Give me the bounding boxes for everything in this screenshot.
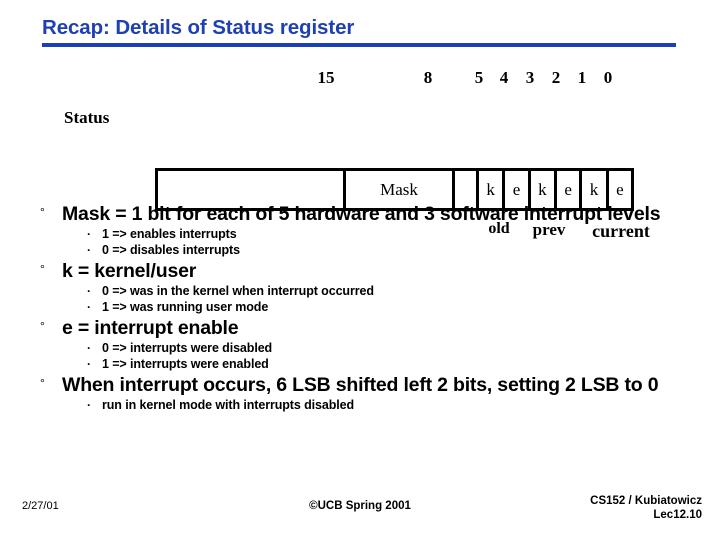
bullet-level1: ° k = kernel/user [38,261,688,282]
bullet-level1: ° Mask = 1 bit for each of 5 hardware and… [38,204,688,225]
register-field-bit1-text: k [589,179,599,199]
bit-number-3: 3 [525,68,535,87]
bit-number-1: 1 [577,68,587,87]
bullet-level2: · 1 => was running user mode [38,299,688,315]
bullet-level1-text: k = kernel/user [62,260,197,282]
register-field-bit3-text: k [538,179,547,199]
register-field-bit0-text: e [616,179,624,199]
bullet-level1: ° e = interrupt enable [38,318,688,339]
bullet-level2: · 0 => disables interrupts [38,242,688,258]
sub-bullet-marker-icon: · [87,341,91,355]
register-row-label: Status [64,108,110,127]
sub-bullet-marker-icon: · [87,284,91,298]
sub-bullet-marker-icon: · [87,243,91,257]
bullet-level2-text: 1 => interrupts were enabled [102,357,269,371]
bit-number-8: 8 [423,68,433,87]
bullet-level2-text: run in kernel mode with interrupts disab… [102,398,354,412]
bullet-marker-icon: ° [40,376,45,390]
bullet-marker-icon: ° [40,205,45,219]
bit-number-5: 5 [474,68,484,87]
bit-number-15: 15 [317,68,335,87]
bullet-marker-icon: ° [40,319,45,333]
title-underline-rule [42,43,676,47]
bit-number-4: 4 [499,68,509,87]
bullet-level1-text: When interrupt occurs, 6 LSB shifted lef… [62,374,659,396]
sub-bullet-marker-icon: · [87,227,91,241]
bullet-level1: ° When interrupt occurs, 6 LSB shifted le… [38,375,688,396]
register-field-bit4-text: e [512,179,521,199]
bullet-level1-text: Mask = 1 bit for each of 5 hardware and … [62,203,661,225]
bit-number-0: 0 [603,68,613,87]
bullet-level2: · run in kernel mode with interrupts disa… [38,397,688,413]
bullet-level2: · 0 => interrupts were disabled [38,340,688,356]
bullet-level2-text: 0 => was in the kernel when interrupt oc… [102,284,374,298]
sub-bullet-marker-icon: · [87,300,91,314]
bullet-group-spacer [38,413,688,416]
bullet-level2: · 1 => interrupts were enabled [38,356,688,372]
bullet-level2-text: 1 => enables interrupts [102,227,237,241]
status-register-diagram: 15 8 543210 Status Mask k e k e k e [0,68,720,241]
bullet-level2-text: 0 => interrupts were disabled [102,341,273,355]
slide-body: ° Mask = 1 bit for each of 5 hardware and… [38,204,688,416]
sub-bullet-marker-icon: · [87,398,91,412]
register-field-bit5-text: k [486,179,495,199]
bullet-level1-text: e = interrupt enable [62,317,239,339]
bullet-level2: · 1 => enables interrupts [38,226,688,242]
bullet-level2: · 0 => was in the kernel when interrupt o… [38,283,688,299]
footer-course-name: CS152 / Kubiatowicz [590,495,702,507]
register-field-bit2-text: e [564,179,572,199]
sub-bullet-marker-icon: · [87,357,91,371]
footer-lecture-number: Lec12.10 [653,509,702,521]
bit-number-2: 2 [551,68,561,87]
bullet-marker-icon: ° [40,262,45,276]
bullet-level2-text: 1 => was running user mode [102,300,269,314]
page-title: Recap: Details of Status register [42,16,355,39]
footer-course-info: CS152 / Kubiatowicz Lec12.10 [482,494,702,522]
register-field-mask-text: Mask [380,179,418,199]
bullet-level2-text: 0 => disables interrupts [102,243,240,257]
